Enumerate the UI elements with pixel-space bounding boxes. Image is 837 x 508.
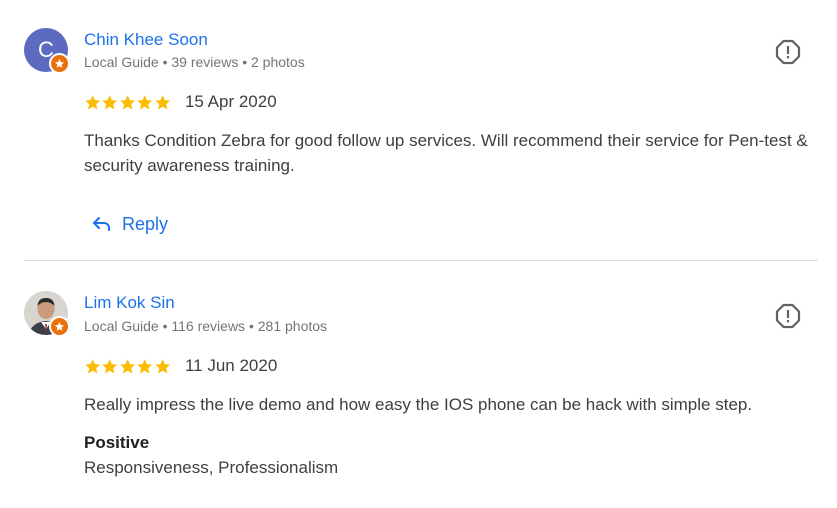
report-icon[interactable] [775, 303, 801, 329]
star-icon [85, 94, 101, 109]
reply-label: Reply [122, 213, 169, 234]
star-icon [119, 94, 135, 109]
review-text: Thanks Condition Zebra for good follow u… [84, 131, 808, 175]
star-icon [154, 94, 170, 109]
reviewer-meta: Local Guide • 39 reviews • 2 photos [84, 54, 305, 70]
review-card: C Chin Khee Soon Local Guide • 39 review… [0, 0, 837, 260]
star-icon [85, 358, 101, 373]
local-guide-badge-icon [49, 316, 70, 337]
highlight-title: Positive [84, 433, 150, 452]
star-icon [137, 358, 153, 373]
star-rating [84, 94, 171, 111]
reviewer-avatar[interactable]: C [24, 28, 70, 74]
report-icon[interactable] [775, 39, 801, 65]
review-card: Lim Kok Sin Local Guide • 116 reviews • … [0, 261, 837, 508]
reviewer-name[interactable]: Lim Kok Sin [84, 293, 175, 313]
review-date: 15 Apr 2020 [184, 92, 277, 111]
rating-row: 15 Apr 2020 [84, 91, 277, 113]
star-icon [102, 94, 118, 109]
star-icon [119, 358, 135, 373]
star-rating [84, 358, 171, 375]
star-icon [102, 358, 118, 373]
review-highlights: Positive Responsiveness, Professionalism [84, 432, 338, 479]
reviewer-avatar[interactable] [24, 291, 70, 337]
star-icon [137, 94, 153, 109]
reply-button[interactable]: Reply [92, 208, 168, 240]
review-text: Really impress the live demo and how eas… [84, 395, 753, 414]
reviewer-meta: Local Guide • 116 reviews • 281 photos [84, 318, 328, 334]
star-icon [154, 358, 170, 373]
highlight-value: Responsiveness, Professionalism [84, 458, 339, 477]
reply-arrow-icon [93, 217, 110, 231]
local-guide-badge-icon [49, 53, 70, 74]
reviewer-name[interactable]: Chin Khee Soon [84, 30, 208, 50]
review-date: 11 Jun 2020 [184, 356, 278, 375]
rating-row: 11 Jun 2020 [84, 355, 277, 377]
